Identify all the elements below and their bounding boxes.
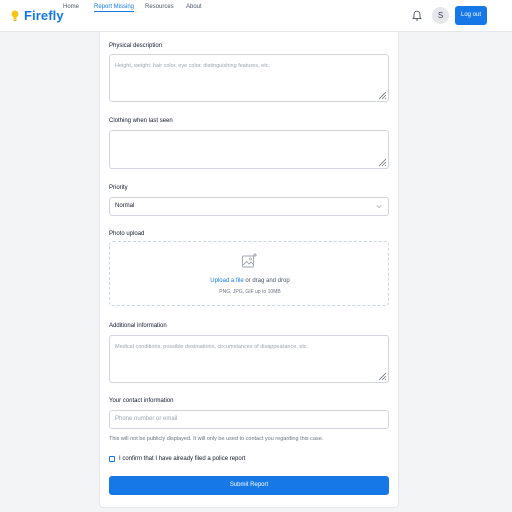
nav-link-resources[interactable]: Resources xyxy=(145,4,186,10)
nav-link-about[interactable]: About xyxy=(186,4,216,10)
resize-handle-icon[interactable] xyxy=(378,91,387,100)
upload-instructions: Upload a file or drag and drop xyxy=(110,278,390,284)
logout-button[interactable]: Log out xyxy=(455,6,487,25)
bell-icon[interactable] xyxy=(411,10,423,22)
photo-dropzone[interactable]: Upload a file or drag and drop PNG, JPG,… xyxy=(109,241,389,306)
police-report-checkbox[interactable] xyxy=(109,456,115,462)
contact-info-label: Your contact information xyxy=(109,398,174,404)
contact-input[interactable]: Phone number or email xyxy=(109,410,389,429)
nav-link-home[interactable]: Home xyxy=(63,4,94,10)
police-report-checkbox-label[interactable]: I confirm that I have already filed a po… xyxy=(119,456,245,462)
upload-file-link[interactable]: Upload a file xyxy=(210,278,243,284)
contact-placeholder: Phone number or email xyxy=(115,416,178,422)
upload-hint: PNG, JPG, GIF up to 10MB xyxy=(219,289,281,295)
additional-info-textarea[interactable]: Medical conditions, possible destination… xyxy=(109,335,389,383)
photo-upload-label: Photo upload xyxy=(109,231,145,237)
upload-drag-text: or drag and drop xyxy=(243,278,290,284)
nav-link-report-missing[interactable]: Report Missing xyxy=(94,4,145,12)
priority-label: Priority xyxy=(109,185,128,191)
lightbulb-icon xyxy=(11,10,19,21)
top-navbar: Firefly Home Report Missing Resources Ab… xyxy=(0,0,512,32)
brand-name: Firefly xyxy=(24,8,64,23)
physical-description-textarea[interactable]: Height, weight, hair color, eye color, d… xyxy=(109,54,389,102)
clothing-textarea[interactable] xyxy=(109,130,389,169)
submit-report-button[interactable]: Submit Report xyxy=(109,476,389,495)
priority-value: Normal xyxy=(115,203,135,209)
priority-select[interactable]: Normal xyxy=(109,197,389,216)
brand[interactable]: Firefly xyxy=(10,8,64,23)
chevron-down-icon xyxy=(376,205,382,209)
physical-description-placeholder: Height, weight, hair color, eye color, d… xyxy=(115,63,271,69)
additional-info-label: Additional information xyxy=(109,323,167,329)
additional-info-placeholder: Medical conditions, possible destination… xyxy=(115,344,309,350)
image-add-icon xyxy=(242,253,257,268)
resize-handle-icon[interactable] xyxy=(378,158,387,167)
nav-links: Home Report Missing Resources About xyxy=(63,4,216,12)
contact-helper-text: This will not be publicly displayed. It … xyxy=(109,436,324,442)
resize-handle-icon[interactable] xyxy=(378,372,387,381)
physical-description-label: Physical description xyxy=(109,43,163,49)
user-avatar[interactable]: S xyxy=(432,7,449,24)
clothing-label: Clothing when last seen xyxy=(109,118,173,124)
